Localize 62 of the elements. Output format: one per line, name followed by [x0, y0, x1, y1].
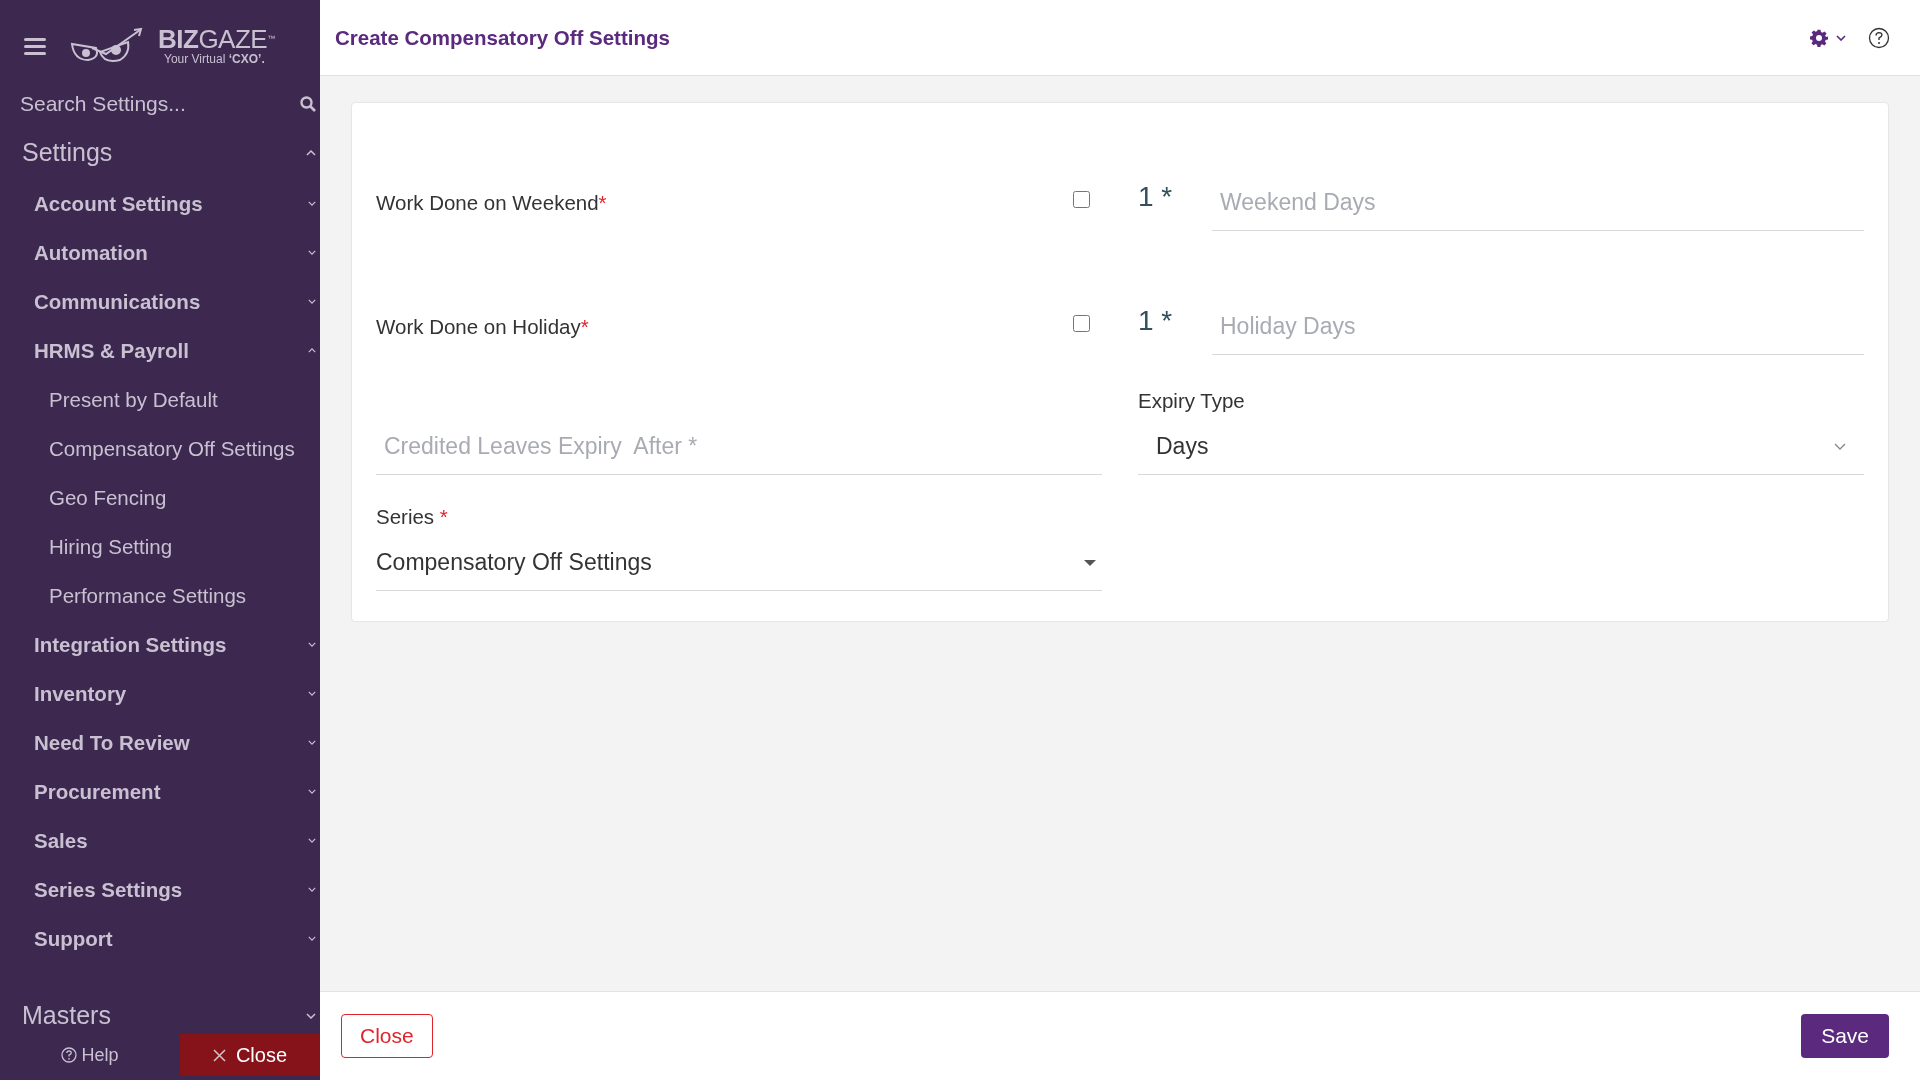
field-label: Work Done on Weekend*	[376, 191, 607, 215]
sidebar-item[interactable]: Support	[0, 914, 320, 963]
menu-icon[interactable]	[24, 37, 46, 55]
chevron-down-icon	[308, 201, 316, 206]
page-title: Create Compensatory Off Settings	[335, 25, 670, 50]
field-label: Work Done on Holiday*	[376, 315, 589, 339]
close-button[interactable]: Close	[180, 1034, 320, 1076]
chevron-down-icon	[308, 642, 316, 647]
chevron-down-icon	[308, 691, 316, 696]
chevron-down-icon	[308, 838, 316, 843]
help-button[interactable]: Help	[0, 1034, 180, 1076]
input-field[interactable]: Weekend Days	[1212, 177, 1864, 231]
search-icon[interactable]	[300, 96, 316, 112]
sidebar-item[interactable]: Inventory	[0, 669, 320, 718]
save-button[interactable]: Save	[1801, 1014, 1889, 1058]
search-field[interactable]: Search Settings...	[20, 92, 300, 116]
day-count: 1 *	[1138, 305, 1174, 338]
brand-name: BIZGAZE$^{™}$	[158, 26, 275, 52]
chevron-down-icon	[308, 740, 316, 745]
help-icon	[61, 1047, 78, 1063]
checkbox[interactable]	[1073, 315, 1090, 332]
select-field[interactable]: Days	[1138, 423, 1864, 475]
sidebar-subitem[interactable]: Hiring Setting	[0, 522, 320, 571]
close-button[interactable]: Close	[341, 1014, 433, 1058]
chevron-down-icon	[308, 789, 316, 794]
sidebar-subitem[interactable]: Performance Settings	[0, 571, 320, 620]
select-field[interactable]: Compensatory Off Settings	[376, 539, 1102, 591]
settings-dropdown[interactable]	[1810, 28, 1846, 47]
close-icon	[212, 1048, 226, 1062]
chevron-down-icon	[308, 887, 316, 892]
chevron-down-icon	[1834, 443, 1846, 450]
sidebar-item[interactable]: Series Settings	[0, 865, 320, 914]
day-count: 1 *	[1138, 181, 1174, 214]
chevron-down-icon	[1836, 34, 1846, 41]
checkbox[interactable]	[1073, 191, 1090, 208]
sidebar-item[interactable]: Account Settings	[0, 179, 320, 228]
sidebar-item[interactable]: Procurement	[0, 767, 320, 816]
field-label: Expiry Type	[1138, 389, 1246, 413]
section-heading[interactable]: Masters	[0, 987, 320, 1034]
chevron-up-icon	[308, 348, 316, 353]
sidebar-item[interactable]: Automation	[0, 228, 320, 277]
chevron-down-icon	[308, 936, 316, 941]
sidebar-item[interactable]: Communications	[0, 277, 320, 326]
brand-tagline: Your Virtual ‘CXO’.	[164, 52, 266, 66]
caret-down-icon	[1084, 559, 1096, 566]
sidebar-subitem[interactable]: Compensatory Off Settings	[0, 424, 320, 473]
input-field[interactable]: Credited Leaves Expiry After *	[376, 421, 1102, 475]
input-field[interactable]: Holiday Days	[1212, 301, 1864, 355]
section-heading[interactable]: Settings	[0, 124, 320, 179]
settings-icon	[1810, 28, 1828, 47]
sidebar-item[interactable]: HRMS & Payroll	[0, 326, 320, 375]
sidebar-subitem[interactable]: Present by Default	[0, 375, 320, 424]
help-icon[interactable]	[1868, 26, 1890, 49]
chevron-down-icon	[308, 250, 316, 255]
chevron-down-icon	[308, 299, 316, 304]
sidebar-item[interactable]: Integration Settings	[0, 620, 320, 669]
sidebar-item[interactable]: Need To Review	[0, 718, 320, 767]
field-label: Series *	[376, 505, 449, 529]
chevron-down-icon	[306, 1012, 316, 1019]
chevron-up-icon	[306, 149, 316, 156]
sidebar-item[interactable]: Sales	[0, 816, 320, 865]
sidebar-subitem[interactable]: Geo Fencing	[0, 473, 320, 522]
